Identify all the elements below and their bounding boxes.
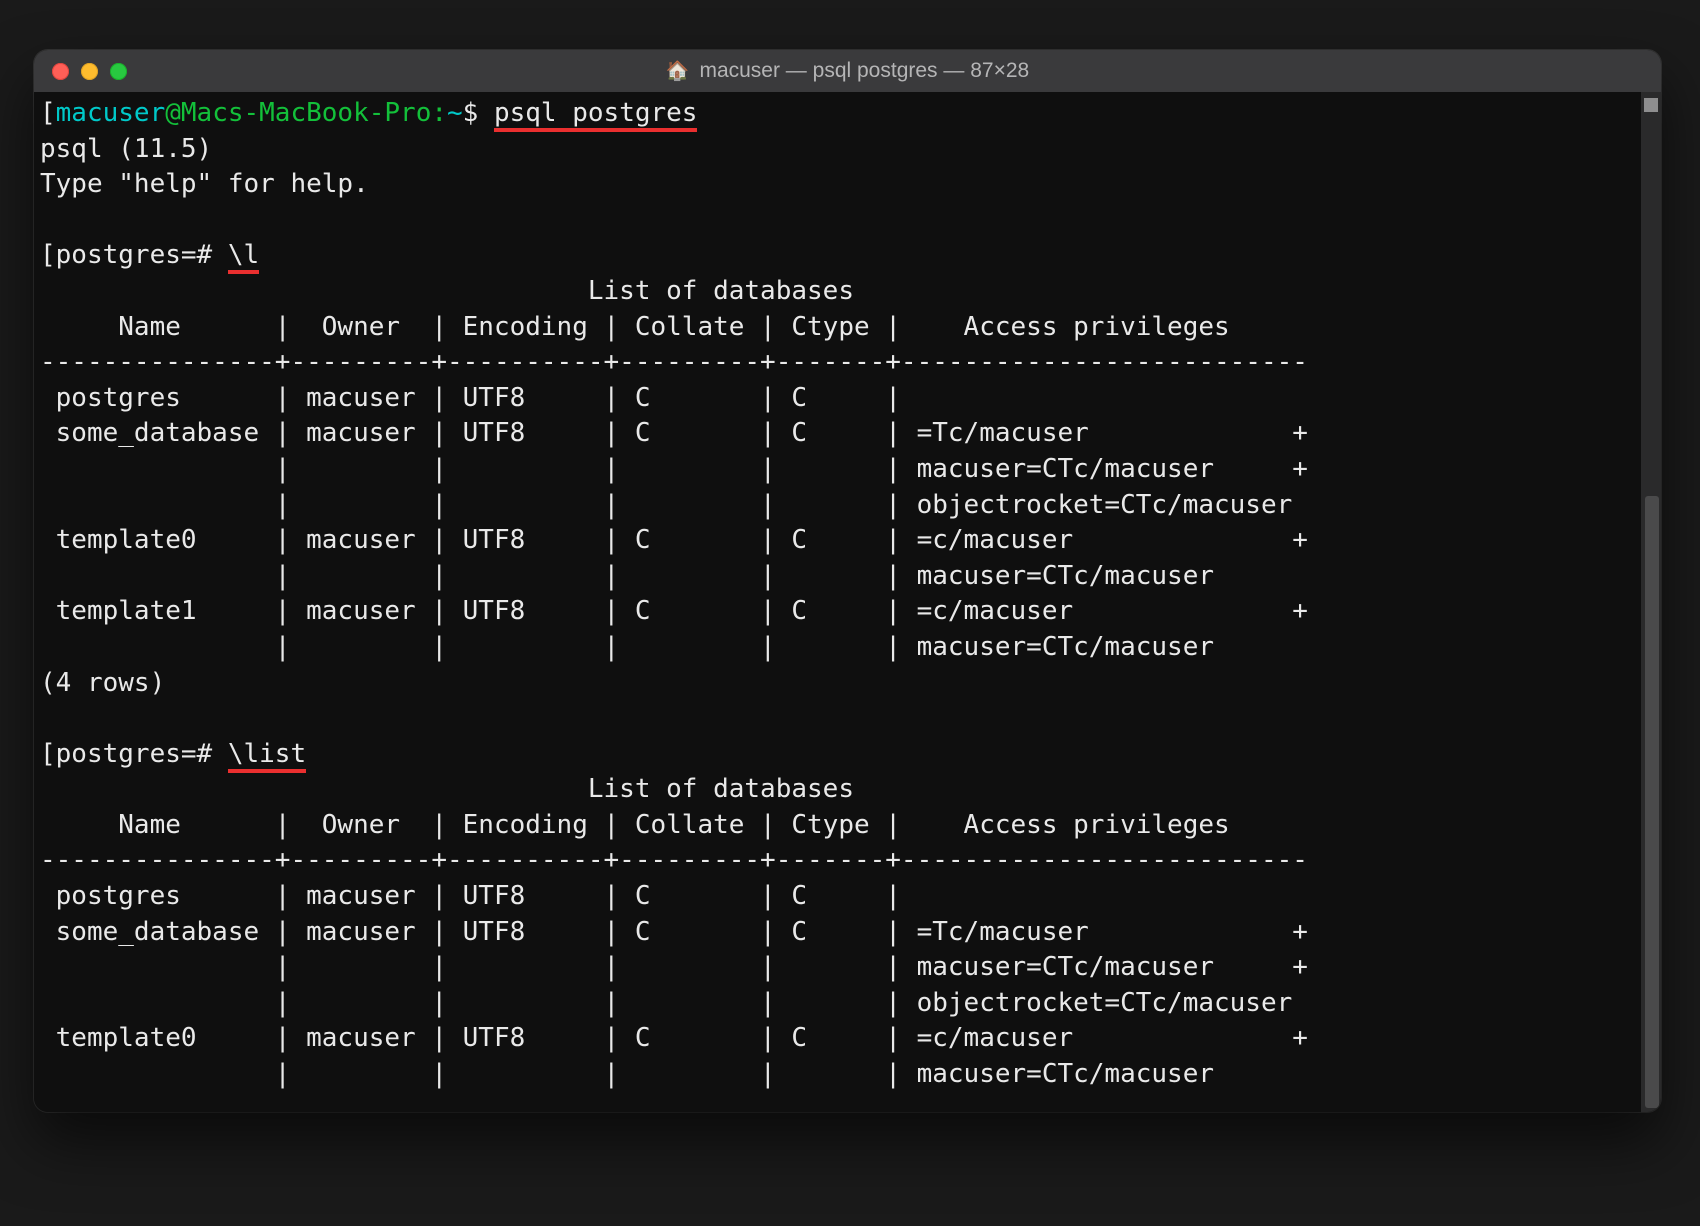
shell-tilde: ~ <box>447 98 463 128</box>
scroll-corner-icon <box>1644 98 1658 112</box>
window-controls <box>52 63 127 80</box>
shell-user: macuser <box>56 98 166 128</box>
table-row: | | | | | macuser=CTc/macuser + <box>40 952 1308 982</box>
titlebar: 🏠 macuser — psql postgres — 87×28 <box>34 50 1661 92</box>
window-title: 🏠 macuser — psql postgres — 87×28 <box>34 59 1661 83</box>
table-row: postgres | macuser | UTF8 | C | C | <box>40 383 1308 413</box>
table-title-2: List of databases <box>40 774 854 804</box>
table-row: template1 | macuser | UTF8 | C | C | =c/… <box>40 596 1308 626</box>
table-row: postgres | macuser | UTF8 | C | C | <box>40 881 1308 911</box>
scrollbar-track[interactable] <box>1641 92 1661 1112</box>
shell-command: psql postgres <box>494 98 698 132</box>
zoom-icon[interactable] <box>110 63 127 80</box>
scrollbar-thumb[interactable] <box>1645 496 1659 1108</box>
table-row: some_database | macuser | UTF8 | C | C |… <box>40 418 1308 448</box>
table-row: some_database | macuser | UTF8 | C | C |… <box>40 917 1308 947</box>
psql-prompt-2: postgres=# <box>56 739 228 769</box>
minimize-icon[interactable] <box>81 63 98 80</box>
table-header-2: Name | Owner | Encoding | Collate | Ctyp… <box>40 810 1308 840</box>
shell-dollar: $ <box>463 98 494 128</box>
table-row: | | | | | macuser=CTc/macuser + <box>40 454 1308 484</box>
table-row: template0 | macuser | UTF8 | C | C | =c/… <box>40 1023 1308 1053</box>
table-row: | | | | | macuser=CTc/macuser <box>40 632 1308 662</box>
psql-cmd-l: \l <box>228 240 259 274</box>
table-row: | | | | | objectrocket=CTc/macuser <box>40 988 1308 1018</box>
home-icon: 🏠 <box>666 59 690 83</box>
psql-version: psql (11.5) <box>40 134 212 164</box>
table-row: | | | | | objectrocket=CTc/macuser <box>40 490 1308 520</box>
table-divider-1: ---------------+---------+----------+---… <box>40 347 1308 377</box>
psql-cmd-list: \list <box>228 739 306 773</box>
shell-at: @ <box>165 98 181 128</box>
table-title-1: List of databases <box>40 276 854 306</box>
close-icon[interactable] <box>52 63 69 80</box>
psql-help: Type "help" for help. <box>40 169 369 199</box>
psql-prompt-1: postgres=# <box>56 240 228 270</box>
table-header-1: Name | Owner | Encoding | Collate | Ctyp… <box>40 312 1308 342</box>
table-row: | | | | | macuser=CTc/macuser <box>40 1059 1308 1089</box>
terminal-output: [macuser@Macs-MacBook-Pro:~$ psql postgr… <box>34 92 1661 1093</box>
window-title-text: macuser — psql postgres — 87×28 <box>699 59 1029 83</box>
shell-host: Macs-MacBook-Pro: <box>181 98 447 128</box>
table-footer: (4 rows) <box>40 668 165 698</box>
table-divider-2: ---------------+---------+----------+---… <box>40 845 1308 875</box>
terminal-window: 🏠 macuser — psql postgres — 87×28 [macus… <box>34 50 1661 1112</box>
terminal-body[interactable]: [macuser@Macs-MacBook-Pro:~$ psql postgr… <box>34 92 1661 1112</box>
table-row: template0 | macuser | UTF8 | C | C | =c/… <box>40 525 1308 555</box>
table-row: | | | | | macuser=CTc/macuser <box>40 561 1308 591</box>
